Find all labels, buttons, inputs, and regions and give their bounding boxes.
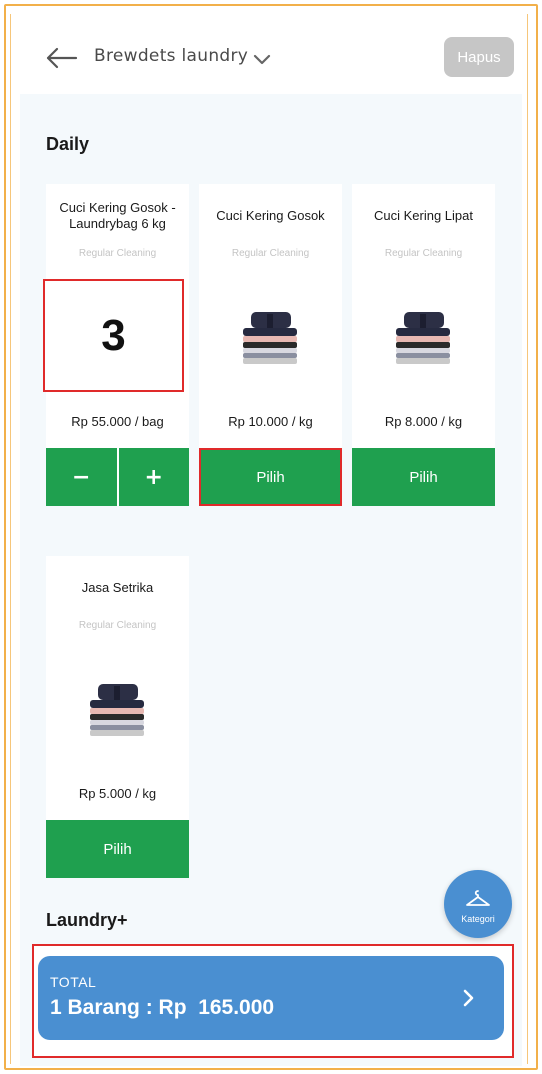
checkout-total-bar[interactable]: TOTAL 1 Barang : Rp 165.000 [38,956,504,1040]
chevron-down-icon[interactable] [252,50,272,68]
product-subtitle: Regular Cleaning [78,620,157,631]
hanger-icon [466,889,490,906]
increment-button[interactable]: + [118,448,189,506]
product-price: Rp 5.000 / kg [78,786,157,801]
product-name: Jasa Setrika [81,580,154,595]
product-card: Cuci Kering Lipat Regular Cleaning Rp 8.… [352,184,495,506]
quantity-display: 3 [43,279,184,392]
delete-button[interactable]: Hapus [444,37,514,77]
section-title-daily: Daily [46,134,90,154]
product-card: Jasa Setrika Regular Cleaning Rp 5.000 /… [46,556,189,878]
chevron-right-icon [463,989,474,1007]
decrement-button[interactable]: − [46,448,119,506]
section-title-laundry-plus: Laundry+ [46,910,128,930]
select-button[interactable]: Pilih [352,448,495,506]
total-amount: 1 Barang : Rp 165.000 [50,996,275,1019]
folded-clothes-icon [90,684,144,736]
category-label: Kategori [461,913,495,924]
select-button[interactable]: Pilih [46,820,189,878]
folded-clothes-icon [243,312,297,364]
folded-clothes-icon [396,312,450,364]
product-name: Cuci Kering Gosok [216,208,325,223]
product-price: Rp 55.000 / bag [71,414,164,429]
product-name: Cuci Kering Gosok - Laundrybag 6 kg [59,200,176,231]
product-subtitle: Regular Cleaning [384,248,463,259]
back-arrow-icon[interactable] [44,45,78,71]
app-screen: Brewdets laundry Hapus Daily Cuci Kering… [20,26,522,1066]
select-button[interactable]: Pilih [199,448,342,506]
product-subtitle: Regular Cleaning [231,248,310,259]
product-card: Cuci Kering Gosok Regular Cleaning Rp 10… [199,184,342,506]
product-subtitle: Regular Cleaning [78,248,157,259]
header: Brewdets laundry Hapus [20,26,522,94]
quantity-value: 3 [101,310,126,360]
total-label: TOTAL [50,974,97,990]
product-card: Cuci Kering Gosok - Laundrybag 6 kg Regu… [43,184,189,506]
product-name: Cuci Kering Lipat [374,208,473,223]
category-fab-button[interactable]: Kategori [444,870,512,938]
store-name[interactable]: Brewdets laundry [94,46,248,66]
product-price: Rp 10.000 / kg [228,414,313,429]
quantity-stepper: − + [46,448,189,506]
product-price: Rp 8.000 / kg [384,414,463,429]
